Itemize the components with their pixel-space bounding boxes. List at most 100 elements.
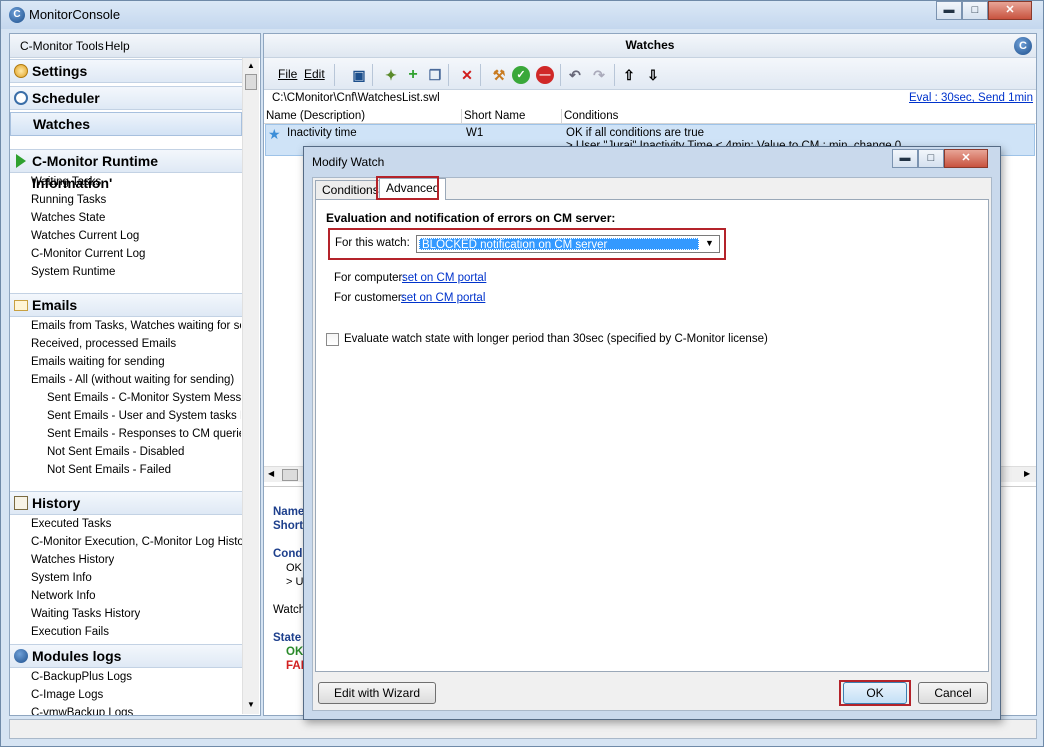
longer-period-checkbox[interactable] (326, 333, 339, 346)
scroll-left-icon[interactable]: ◀ (268, 469, 274, 478)
nav-item-emails-waiting[interactable]: Emails from Tasks, Watches waiting for s… (31, 320, 241, 332)
nav-item-waiting-tasks-history[interactable]: Waiting Tasks History (31, 608, 140, 620)
watch-setting-highlight: For this watch: BLOCKED notification on … (328, 228, 726, 260)
copy-icon[interactable]: ❐ (426, 66, 444, 84)
nav-item-watches-history[interactable]: Watches History (31, 554, 114, 566)
modify-watch-dialog: Modify Watch ▬ □ ✕ Conditions Advanced E… (303, 146, 1001, 720)
nav-item-cimage-logs[interactable]: C-Image Logs (31, 689, 103, 701)
scroll-up-icon[interactable]: ▲ (247, 61, 255, 70)
nav-scheduler[interactable]: Scheduler (10, 86, 242, 110)
nav-item-emails-all[interactable]: Emails - All (without waiting for sendin… (31, 374, 234, 386)
new-wand-icon[interactable]: ✦ (382, 66, 400, 84)
move-down-icon[interactable]: ⇩ (644, 66, 662, 84)
menu-file[interactable]: File (278, 67, 297, 81)
nav-item-received-emails[interactable]: Received, processed Emails (31, 338, 176, 350)
computer-portal-link[interactable]: set on CM portal (402, 272, 486, 284)
menu-help[interactable]: Help (105, 39, 130, 53)
navigation-panel: C-Monitor Tools Help Settings Scheduler … (9, 33, 261, 716)
nav-history[interactable]: History (10, 491, 242, 515)
ok-button[interactable]: OK (843, 682, 907, 704)
nav-history-label: History (32, 495, 81, 511)
chevron-down-icon[interactable]: ▼ (705, 238, 714, 248)
tools-icon[interactable]: ⚒ (490, 66, 508, 84)
dialog-close-button[interactable]: ✕ (944, 149, 988, 168)
nav-item-executed-tasks[interactable]: Executed Tasks (31, 518, 111, 530)
nav-emails-label: Emails (32, 297, 78, 313)
menu-cmonitor-tools[interactable]: C-Monitor Tools (20, 39, 104, 53)
play-icon (16, 154, 26, 168)
customer-portal-link[interactable]: set on CM portal (401, 292, 485, 304)
gear-icon (14, 64, 28, 78)
nav-item-watches-state[interactable]: Watches State (31, 212, 105, 224)
toolbar-separator (334, 64, 335, 86)
toolbar-separator (614, 64, 615, 86)
nav-emails[interactable]: Emails (10, 293, 242, 317)
nav-item-backupplus-logs[interactable]: C-BackupPlus Logs (31, 671, 132, 683)
nav-item-execution-history[interactable]: C-Monitor Execution, C-Monitor Log Histo… (31, 536, 253, 548)
cancel-button[interactable]: Cancel (918, 682, 988, 704)
nav-item-running-tasks[interactable]: Running Tasks (31, 194, 106, 206)
nav-item-sent-user[interactable]: Sent Emails - User and System tasks Res (47, 410, 241, 422)
notification-select[interactable]: BLOCKED notification on CM server ▼ (416, 235, 720, 253)
close-button[interactable]: ✕ (988, 1, 1032, 20)
maximize-button[interactable]: □ (962, 1, 988, 20)
nav-item-cmonitor-current-log[interactable]: C-Monitor Current Log (31, 248, 145, 260)
longer-period-label: Evaluate watch state with longer period … (344, 333, 768, 345)
nav-runtime-info[interactable]: C-Monitor Runtime Information' (10, 149, 242, 191)
menu-edit[interactable]: Edit (304, 67, 325, 81)
move-up-icon[interactable]: ⇧ (620, 66, 638, 84)
nav-item-not-sent-disabled[interactable]: Not Sent Emails - Disabled (47, 446, 184, 458)
for-computer-label: For computer: (334, 272, 406, 284)
toolbar-separator (372, 64, 373, 86)
detail-state-ok: OK (286, 646, 304, 658)
nav-item-sent-responses[interactable]: Sent Emails - Responses to CM queries (47, 428, 241, 440)
status-bar (9, 719, 1037, 739)
left-menu-bar: C-Monitor Tools Help (10, 34, 260, 58)
col-short-header[interactable]: Short Name (462, 109, 562, 124)
nav-item-emails-waiting-sending[interactable]: Emails waiting for sending (31, 356, 165, 368)
nav-item-network-info[interactable]: Network Info (31, 590, 96, 602)
nav-watches-label: Watches (33, 116, 91, 132)
disable-icon[interactable]: — (536, 66, 554, 84)
nav-item-system-runtime[interactable]: System Runtime (31, 266, 115, 278)
dialog-minimize-button[interactable]: ▬ (892, 149, 918, 168)
nav-scrollbar[interactable]: ▲ ▼ (242, 58, 259, 714)
nav-scroll-thumb[interactable] (245, 74, 257, 90)
nav-item-vmwbackup-logs[interactable]: C-vmwBackup Logs (31, 707, 133, 715)
app-icon: C (9, 7, 25, 23)
nav-item-execution-fails[interactable]: Execution Fails (31, 626, 109, 638)
book-icon (14, 496, 28, 510)
star-icon: ★ (268, 126, 281, 142)
scroll-right-icon[interactable]: ▶ (1024, 469, 1030, 478)
undo-icon[interactable]: ↶ (566, 66, 584, 84)
eval-link[interactable]: Eval : 30sec, Send 1min (909, 92, 1033, 104)
nav-item-system-info[interactable]: System Info (31, 572, 92, 584)
file-path: C:\CMonitor\Cnf\WatchesList.swl (272, 92, 440, 104)
nav-modules-logs[interactable]: Modules logs (10, 644, 242, 668)
check-icon[interactable]: ✓ (512, 66, 530, 84)
scroll-down-icon[interactable]: ▼ (247, 700, 255, 709)
h-scroll-thumb[interactable] (282, 469, 298, 481)
notification-select-value: BLOCKED notification on CM server (419, 238, 699, 251)
col-conditions-header[interactable]: Conditions (562, 109, 1036, 124)
redo-icon[interactable]: ↷ (590, 66, 608, 84)
nav-item-watches-current-log[interactable]: Watches Current Log (31, 230, 139, 242)
save-icon[interactable]: ▣ (350, 66, 368, 84)
col-name-header[interactable]: Name (Description) (264, 109, 462, 124)
eval-heading: Evaluation and notification of errors on… (326, 211, 616, 225)
nav-item-sent-system[interactable]: Sent Emails - C-Monitor System Message (47, 392, 241, 404)
cmonitor-logo-icon (14, 649, 28, 663)
minimize-button[interactable]: ▬ (936, 1, 962, 20)
delete-icon[interactable]: ✕ (458, 66, 476, 84)
nav-settings[interactable]: Settings (10, 59, 242, 83)
edit-with-wizard-button[interactable]: Edit with Wizard (318, 682, 436, 704)
nav-item-not-sent-failed[interactable]: Not Sent Emails - Failed (47, 464, 171, 476)
add-icon[interactable]: + (404, 66, 422, 84)
nav-watches[interactable]: Watches (10, 112, 242, 136)
nav-item-waiting-tasks[interactable]: Waiting Tasks (31, 176, 101, 188)
dialog-maximize-button[interactable]: □ (918, 149, 944, 168)
detail-state-label: State (273, 632, 302, 644)
title-bar: C MonitorConsole ▬ □ ✕ (1, 1, 1043, 29)
nav-modules-label: Modules logs (32, 648, 122, 664)
nav-settings-label: Settings (32, 63, 88, 79)
